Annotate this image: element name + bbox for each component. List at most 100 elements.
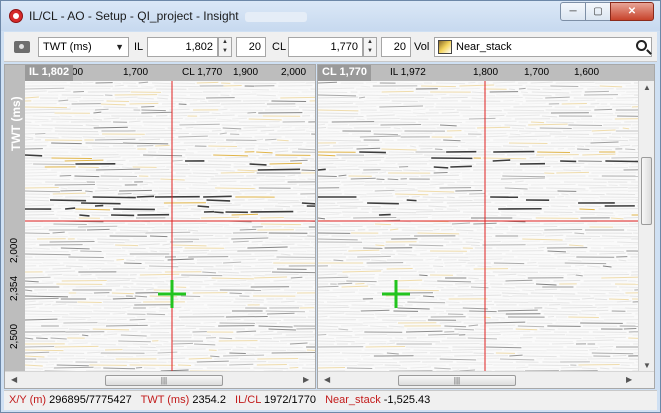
seismic-trace xyxy=(219,337,233,340)
seismic-trace xyxy=(305,277,315,279)
seismic-trace xyxy=(462,307,488,310)
scroll-thumb[interactable] xyxy=(641,157,652,225)
seismic-trace xyxy=(407,327,453,330)
seismic-trace xyxy=(306,349,315,351)
maximize-button[interactable]: ▢ xyxy=(585,2,611,21)
snapshot-icon[interactable] xyxy=(14,41,30,53)
scroll-right-icon[interactable]: ▶ xyxy=(626,375,632,384)
seismic-trace xyxy=(311,133,315,135)
seismic-trace xyxy=(85,124,100,127)
seismic-trace xyxy=(271,88,309,91)
seismic-section[interactable] xyxy=(25,81,315,372)
seismic-trace xyxy=(148,267,174,270)
seismic-trace xyxy=(185,126,194,129)
close-button[interactable]: ✕ xyxy=(610,2,654,21)
seismic-trace xyxy=(446,286,458,289)
scroll-down-icon[interactable]: ▼ xyxy=(643,361,651,370)
seismic-trace xyxy=(112,297,136,300)
seismic-trace xyxy=(618,259,627,262)
seismic-trace xyxy=(78,166,99,169)
seismic-trace xyxy=(385,297,416,300)
il-step-input[interactable]: 20 xyxy=(236,37,266,57)
domain-select[interactable]: TWT (ms) ▼ xyxy=(38,37,129,57)
scroll-left-icon[interactable]: ◀ xyxy=(11,375,17,384)
minimize-button[interactable]: ─ xyxy=(560,2,586,21)
seismic-trace xyxy=(25,196,50,199)
seismic-trace xyxy=(419,274,428,277)
seismic-trace xyxy=(592,132,612,135)
seismic-trace xyxy=(586,244,620,247)
seismic-trace xyxy=(295,229,315,231)
il-input[interactable]: 1,802 xyxy=(147,37,218,57)
seismic-trace xyxy=(137,97,154,100)
seismic-trace xyxy=(192,312,232,315)
seismic-trace xyxy=(192,172,219,175)
seismic-trace xyxy=(129,102,159,105)
seismic-trace xyxy=(162,91,203,94)
seismic-trace xyxy=(599,252,626,255)
cl-input[interactable]: 1,770 xyxy=(288,37,363,57)
seismic-trace xyxy=(593,121,621,124)
seismic-trace xyxy=(54,345,99,348)
horizontal-scrollbar[interactable]: ◀ ||| ▶ xyxy=(5,371,315,388)
seismic-trace xyxy=(189,163,232,166)
seismic-trace xyxy=(44,303,52,306)
seismic-trace xyxy=(170,207,189,210)
cl-spinner[interactable]: ▲ ▼ xyxy=(363,37,377,57)
seismic-trace xyxy=(120,334,147,337)
seismic-trace xyxy=(445,148,466,151)
seismic-trace xyxy=(199,114,235,117)
seismic-trace xyxy=(358,166,398,169)
seismic-trace xyxy=(136,195,155,198)
seismic-section[interactable] xyxy=(318,81,640,372)
seismic-trace xyxy=(464,271,491,274)
horizontal-scrollbar[interactable]: ◀ ||| ▶ xyxy=(318,371,654,388)
seismic-trace xyxy=(110,166,120,169)
top-tick: 1,600 xyxy=(574,67,600,78)
seismic-trace xyxy=(504,349,547,352)
seismic-trace xyxy=(124,240,167,243)
seismic-trace xyxy=(422,196,444,199)
seismic-trace xyxy=(101,165,110,168)
scroll-right-icon[interactable]: ▶ xyxy=(303,375,309,384)
seismic-trace xyxy=(94,108,109,111)
seismic-trace xyxy=(232,117,247,120)
seismic-trace xyxy=(597,99,634,102)
seismic-trace xyxy=(417,190,455,193)
seismic-trace xyxy=(406,199,417,202)
seismic-trace xyxy=(49,145,89,148)
seismic-trace xyxy=(544,307,558,310)
seismic-trace xyxy=(557,255,576,258)
volume-selector[interactable]: Near_stack xyxy=(434,37,652,57)
amplitude-value: -1,525.43 xyxy=(383,394,431,406)
seismic-trace xyxy=(509,133,521,136)
il-spinner[interactable]: ▲ ▼ xyxy=(218,37,232,57)
seismic-trace xyxy=(616,96,640,99)
seismic-trace xyxy=(318,325,339,328)
vertical-scrollbar[interactable]: ▲ ▼ xyxy=(638,81,654,372)
search-icon[interactable] xyxy=(636,40,647,51)
title-bar[interactable]: IL/CL - AO - Setup - QI_project - Insigh… xyxy=(1,1,660,31)
seismic-trace xyxy=(601,235,640,238)
seismic-trace xyxy=(526,243,568,246)
cl-step-input[interactable]: 20 xyxy=(381,37,411,57)
seismic-trace xyxy=(91,145,110,148)
scroll-thumb[interactable]: ||| xyxy=(105,375,223,386)
seismic-trace xyxy=(52,192,86,195)
seismic-trace xyxy=(156,156,186,159)
seismic-trace xyxy=(439,321,462,324)
seismic-trace xyxy=(566,235,601,238)
seismic-trace xyxy=(342,270,382,273)
seismic-trace xyxy=(256,138,264,141)
scroll-left-icon[interactable]: ◀ xyxy=(324,375,330,384)
seismic-trace xyxy=(386,352,399,355)
scroll-thumb[interactable]: ||| xyxy=(398,375,516,386)
seismic-trace xyxy=(599,367,610,370)
seismic-trace xyxy=(318,213,340,216)
seismic-trace xyxy=(185,325,215,328)
seismic-trace xyxy=(290,159,308,162)
seismic-trace xyxy=(353,330,364,333)
scroll-up-icon[interactable]: ▲ xyxy=(643,83,651,92)
seismic-trace xyxy=(318,259,332,262)
seismic-trace xyxy=(225,208,263,211)
